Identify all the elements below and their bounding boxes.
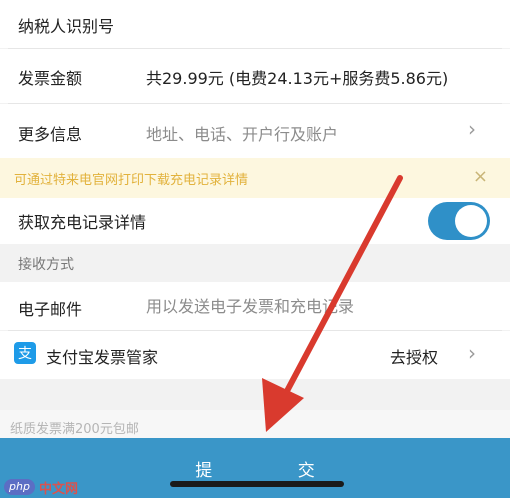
annotation-arrow-icon [262, 175, 403, 432]
